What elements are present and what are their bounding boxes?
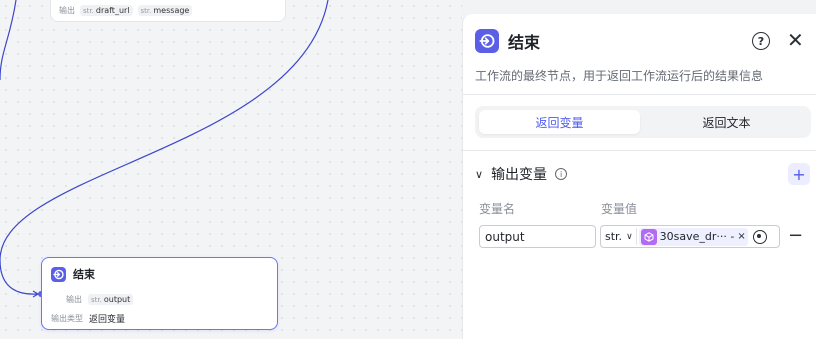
divider (635, 228, 637, 245)
upstream-output-row: 输出 str. draft_url str. message (59, 5, 193, 16)
close-icon[interactable]: ✕ (787, 29, 804, 51)
output-mode-tabs: 返回变量 返回文本 (475, 106, 811, 138)
panel-title: 结束 (508, 33, 541, 52)
column-header-name: 变量名 (479, 202, 516, 216)
divider (463, 150, 816, 151)
output-type-value: 返回变量 (89, 315, 126, 325)
reference-label: 30save_dr··· - (659, 230, 735, 243)
add-variable-button[interactable]: + (788, 163, 810, 185)
section-title: 输出变量 (491, 167, 548, 183)
output-variables-section[interactable]: ∨ 输出变量 i (475, 164, 568, 184)
end-node-output-type-row: 输出类型 返回变量 (51, 312, 125, 325)
end-icon (475, 29, 499, 53)
workflow-canvas[interactable]: 输出 str. draft_url str. message 结束 输出 str… (0, 0, 462, 339)
node-settings-panel: 结束 ? ✕ 工作流的最终节点，用于返回工作流运行后的结果信息 返回变量 返回文… (462, 14, 816, 339)
help-icon[interactable]: ? (752, 32, 770, 50)
end-node-icon (51, 266, 66, 282)
output-type-label: 输出类型 (51, 314, 83, 323)
info-icon[interactable]: i (555, 168, 568, 180)
upstream-node[interactable]: 输出 str. draft_url str. message (50, 0, 286, 22)
output-chip: str. draft_url (80, 5, 133, 16)
end-node-output-row: 输出 str. output (66, 294, 134, 305)
end-node-header: 结束 (51, 266, 95, 282)
output-chip: str. message (137, 5, 193, 16)
value-type-select[interactable]: str. (605, 230, 622, 243)
end-node-title: 结束 (73, 268, 95, 281)
end-node[interactable]: 结束 输出 str. output 输出类型 返回变量 (41, 257, 278, 330)
cube-icon (640, 228, 657, 245)
chevron-down-icon[interactable]: ∨ (626, 232, 633, 242)
divider (463, 94, 816, 95)
remove-row-button[interactable]: − (788, 225, 803, 247)
output-chip: str. output (88, 294, 134, 305)
remove-reference-icon[interactable]: × (737, 231, 745, 242)
variable-name-input[interactable] (479, 225, 596, 248)
variable-picker-icon[interactable] (752, 229, 767, 244)
reference-tag[interactable]: 30save_dr··· - × (638, 227, 748, 246)
tab-return-variable[interactable]: 返回变量 (479, 110, 640, 134)
variable-value-field: str. ∨ 30save_dr··· - × (600, 225, 780, 248)
panel-description: 工作流的最终节点，用于返回工作流运行后的结果信息 (475, 69, 764, 83)
panel-header: 结束 (475, 29, 540, 53)
tab-return-text[interactable]: 返回文本 (646, 110, 807, 134)
output-label: 输出 (66, 295, 82, 304)
output-label: 输出 (59, 6, 75, 15)
chevron-down-icon[interactable]: ∨ (475, 168, 483, 181)
column-header-value: 变量值 (601, 202, 638, 216)
